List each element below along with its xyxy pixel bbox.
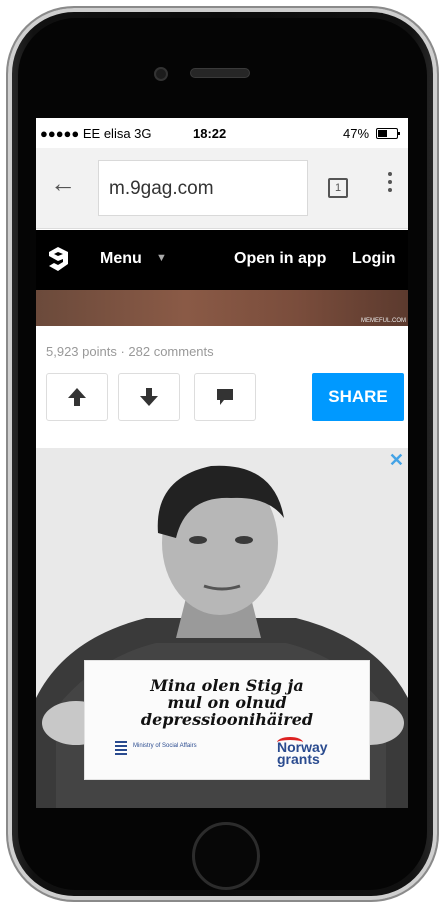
arrow-up-icon [68, 388, 86, 406]
overflow-menu-icon[interactable] [388, 172, 392, 196]
status-bar: ●●●●● EE elisa 3G 18:22 47% [36, 118, 408, 148]
open-in-app-link[interactable]: Open in app [234, 250, 326, 268]
front-camera [154, 67, 168, 81]
back-arrow-icon[interactable]: ← [50, 170, 76, 196]
ad-line-3: depressioonihäired [140, 710, 314, 729]
post-stats: 5,923 points · 282 comments [46, 344, 214, 359]
downvote-button[interactable] [118, 373, 180, 421]
browser-toolbar: ← m.9gag.com 1 [36, 148, 408, 229]
ministry-label: Ministry of Social Affairs [133, 743, 197, 749]
carrier-label: ●●●●● EE elisa 3G [40, 126, 152, 141]
upvote-button[interactable] [46, 373, 108, 421]
ad-headline: Mina olen Stig ja mul on olnud depressio… [93, 677, 361, 728]
post-image[interactable]: MEMEFUL.COM [36, 290, 408, 326]
advertisement[interactable]: ✕ Mina olen Stig ja mul on olnud depress… [36, 448, 408, 808]
site-navbar: Menu ▼ Open in app Login [36, 230, 408, 290]
image-watermark: MEMEFUL.COM [361, 318, 406, 324]
comment-button[interactable] [194, 373, 256, 421]
9gag-logo-icon[interactable] [44, 245, 72, 273]
login-link[interactable]: Login [352, 250, 396, 268]
arrow-down-icon [140, 388, 158, 406]
ad-sign: Mina olen Stig ja mul on olnud depressio… [84, 660, 370, 780]
chevron-down-icon: ▼ [156, 252, 167, 264]
tab-switcher-button[interactable]: 1 [328, 178, 348, 198]
battery-percent: 47% [343, 126, 370, 141]
sponsor-label: Norway grants [277, 740, 328, 767]
comment-icon [217, 389, 233, 405]
menu-button[interactable]: Menu [100, 250, 142, 268]
clock: 18:22 [193, 126, 227, 141]
url-field[interactable]: m.9gag.com [98, 160, 308, 216]
estonia-crest-icon [115, 741, 127, 755]
close-ad-icon[interactable]: ✕ [389, 450, 404, 471]
earpiece-speaker [190, 68, 250, 78]
battery-icon [376, 128, 400, 139]
sponsor-line-2: grants [277, 751, 320, 767]
ad-line-1: Mina olen Stig ja [150, 676, 304, 695]
screen: ●●●●● EE elisa 3G 18:22 47% ← m.9gag.com… [36, 118, 408, 808]
ad-line-2: mul on olnud [167, 693, 287, 712]
home-button[interactable] [192, 822, 260, 890]
share-button[interactable]: SHARE [312, 373, 404, 421]
